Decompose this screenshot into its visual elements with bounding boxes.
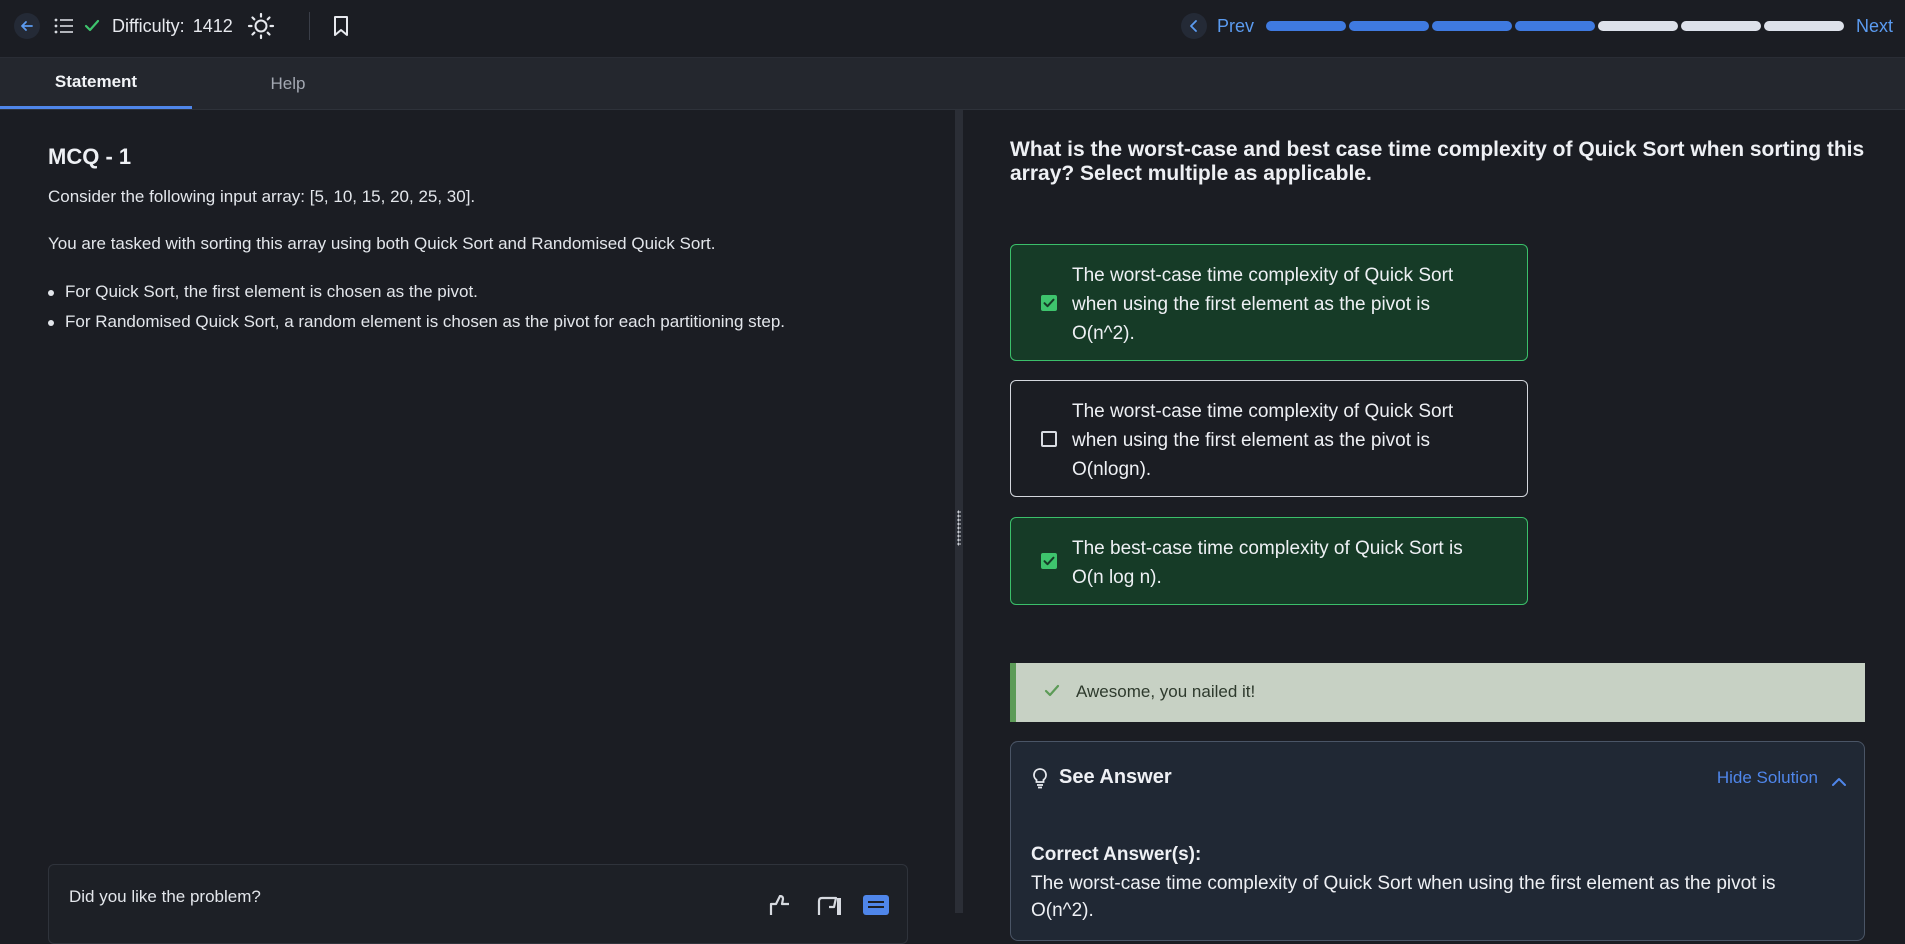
progress-segment-pending[interactable] [1597, 21, 1678, 31]
correct-answer-text: The worst-case time complexity of Quick … [1031, 873, 1776, 921]
progress-segment-complete[interactable] [1431, 21, 1512, 31]
tab-statement[interactable]: Statement [0, 58, 192, 109]
comment-icon[interactable] [863, 895, 889, 920]
bullet-item: For Randomised Quick Sort, a random elem… [48, 312, 785, 342]
correct-answers-label: Correct Answer(s): [1031, 844, 1202, 865]
check-icon [84, 19, 100, 33]
chevron-up-icon[interactable] [1832, 773, 1846, 791]
prev-label[interactable]: Prev [1217, 16, 1254, 37]
progress-segment-pending[interactable] [1763, 21, 1844, 31]
problem-title: MCQ - 1 [48, 144, 132, 169]
problem-bullet-list: For Quick Sort, the first element is cho… [48, 282, 785, 342]
feedback-question: Did you like the problem? [69, 887, 261, 906]
option-3[interactable]: The best-case time complexity of Quick S… [1010, 517, 1528, 605]
option-text: The worst-case time complexity of Quick … [1072, 401, 1454, 480]
next-button[interactable]: Next [1856, 16, 1893, 37]
progress-segment-complete[interactable] [1514, 21, 1595, 31]
feedback-actions [747, 894, 889, 920]
option-2[interactable]: The worst-case time complexity of Quick … [1010, 380, 1528, 497]
pane-resizer[interactable] [955, 110, 963, 913]
progress-segment-complete[interactable] [1348, 21, 1429, 31]
bookmark-icon[interactable] [332, 15, 350, 37]
check-icon [1044, 684, 1060, 703]
question-navigator: Prev Next [1180, 13, 1893, 39]
progress-segment-complete[interactable] [1265, 21, 1346, 31]
success-message: Awesome, you nailed it! [1076, 682, 1256, 701]
checkbox-unchecked-icon[interactable] [1041, 431, 1057, 447]
bullet-item: For Quick Sort, the first element is cho… [48, 282, 785, 312]
back-button[interactable] [14, 13, 40, 39]
back-arrow-icon [20, 19, 34, 33]
question-panel: What is the worst-case and best case tim… [963, 110, 1905, 941]
feedback-card: Did you like the problem? [48, 864, 908, 944]
option-text: The worst-case time complexity of Quick … [1072, 265, 1454, 344]
question-text: What is the worst-case and best case tim… [1010, 138, 1865, 185]
success-banner: Awesome, you nailed it! [1010, 663, 1865, 722]
progress-bar [1265, 21, 1844, 31]
problem-statement-panel: MCQ - 1 Consider the following input arr… [0, 110, 955, 944]
tab-help[interactable]: Help [236, 58, 340, 109]
top-bar-left: Difficulty: 1412 [14, 12, 350, 40]
problem-paragraph-1: Consider the following input array: [5, … [48, 187, 476, 206]
thumbs-up-icon[interactable] [767, 894, 795, 920]
lightbulb-icon [1031, 767, 1049, 794]
difficulty-value: 1412 [192, 15, 233, 36]
toolbar-divider [308, 12, 310, 40]
sun-icon[interactable] [247, 12, 275, 40]
checkbox-checked-icon[interactable] [1041, 553, 1057, 569]
top-bar: Difficulty: 1412 Prev Next [0, 0, 1905, 58]
thumbs-down-icon[interactable] [815, 895, 843, 920]
hide-solution-button[interactable]: Hide Solution [1717, 768, 1818, 788]
progress-segment-pending[interactable] [1680, 21, 1761, 31]
drag-handle-icon[interactable] [957, 510, 961, 546]
prev-button[interactable] [1180, 13, 1207, 39]
see-answer-title: See Answer [1059, 766, 1172, 788]
answer-card: See Answer Hide Solution Correct Answer(… [1010, 741, 1865, 941]
tab-bar: Statement Help [0, 58, 1905, 110]
difficulty-label: Difficulty: [112, 15, 185, 36]
option-text: The best-case time complexity of Quick S… [1072, 538, 1463, 588]
checkbox-checked-icon[interactable] [1041, 295, 1057, 311]
list-icon[interactable] [54, 18, 74, 34]
chevron-left-icon [1189, 20, 1199, 32]
problem-paragraph-2: You are tasked with sorting this array u… [48, 234, 716, 253]
option-1[interactable]: The worst-case time complexity of Quick … [1010, 244, 1528, 361]
